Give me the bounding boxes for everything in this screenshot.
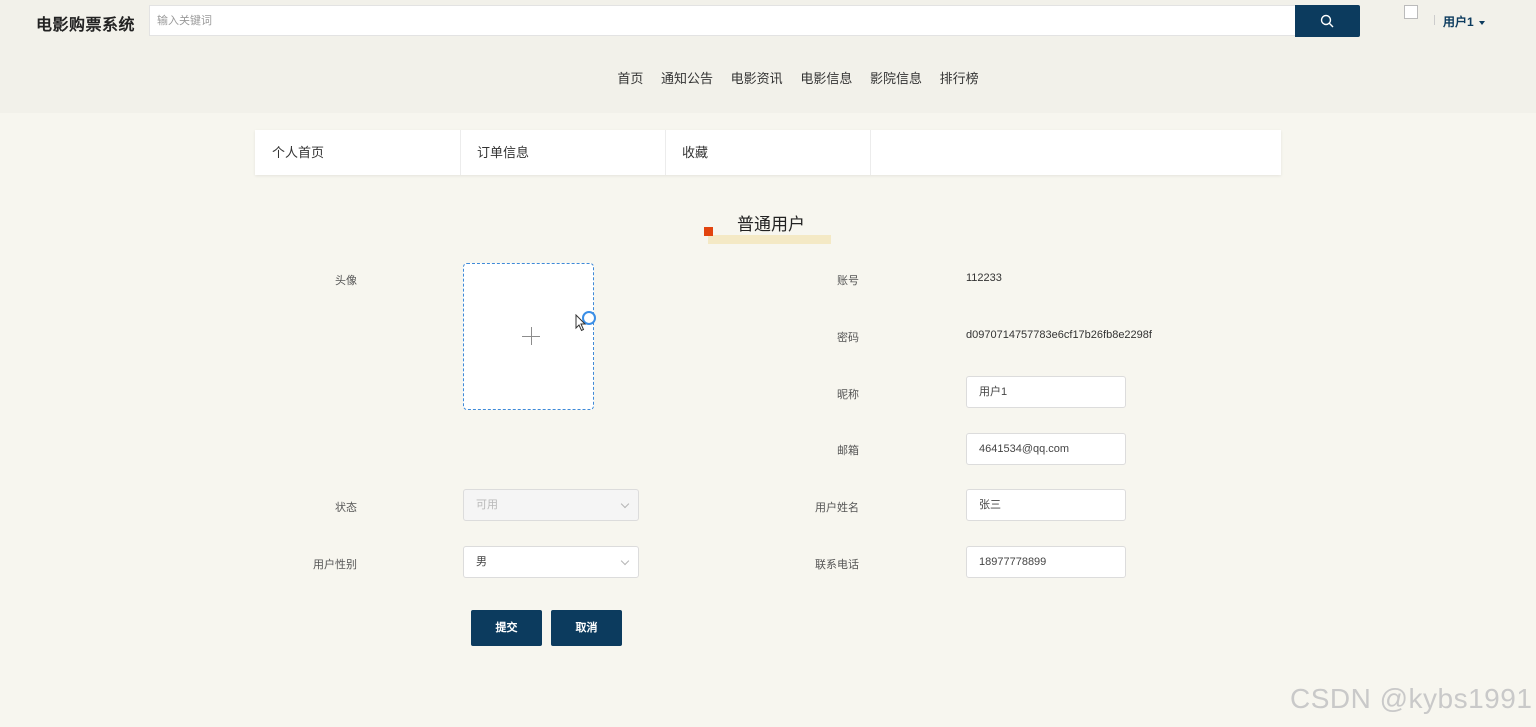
status-value: 可用 — [476, 499, 498, 511]
user-menu-dropdown[interactable]: 用户1 — [1443, 13, 1485, 30]
nav-item-home[interactable]: 首页 — [617, 68, 643, 87]
realname-input[interactable]: 张三 — [966, 489, 1126, 521]
realname-label: 用户姓名 — [815, 502, 859, 514]
account-value: 112233 — [966, 272, 1002, 284]
section-title-underline — [708, 235, 831, 244]
header-divider — [1434, 15, 1435, 25]
user-avatar[interactable] — [1404, 5, 1426, 35]
site-brand[interactable]: 电影购票系统 — [36, 11, 135, 35]
phone-value: 18977778899 — [979, 556, 1047, 568]
phone-label: 联系电话 — [815, 559, 859, 571]
plus-icon-vertical — [531, 327, 532, 345]
gender-label: 用户性别 — [313, 559, 357, 571]
top-header: 电影购票系统 用户1 首页 通知公告 电影资讯 电影信息 影院信息 排行榜 — [0, 0, 1536, 113]
realname-value: 张三 — [979, 499, 1001, 511]
mouse-cursor-icon — [575, 314, 587, 332]
submit-button[interactable]: 提交 — [471, 610, 542, 646]
email-input[interactable]: 4641534@qq.com — [966, 433, 1126, 465]
nickname-value: 用户1 — [979, 386, 1008, 398]
section-title: 普通用户 — [737, 215, 805, 234]
broken-image-icon — [1404, 5, 1418, 19]
chevron-down-icon — [620, 499, 630, 509]
tab-orders[interactable]: 订单信息 — [460, 130, 666, 175]
search-icon — [1320, 14, 1334, 28]
email-value: 4641534@qq.com — [979, 443, 1070, 455]
nav-item-notice[interactable]: 通知公告 — [661, 68, 713, 87]
status-label: 状态 — [335, 502, 357, 514]
profile-tabs: 个人首页 订单信息 收藏 — [255, 130, 1281, 175]
search-button[interactable] — [1295, 5, 1360, 37]
password-value: d0970714757783e6cf17b26fb8e2298f — [966, 329, 1152, 341]
watermark: CSDN @kybs1991 — [1290, 683, 1533, 714]
search-input[interactable] — [150, 6, 1295, 35]
password-label: 密码 — [837, 332, 859, 344]
nav-item-movie-info[interactable]: 电影信息 — [800, 68, 852, 87]
cancel-button[interactable]: 取消 — [551, 610, 622, 646]
phone-input[interactable]: 18977778899 — [966, 546, 1126, 578]
email-label: 邮箱 — [837, 445, 859, 457]
chevron-down-icon — [620, 556, 630, 566]
nav-item-movie-news[interactable]: 电影资讯 — [731, 68, 783, 87]
nav-item-ranking[interactable]: 排行榜 — [940, 68, 979, 87]
user-name: 用户1 — [1443, 15, 1474, 29]
gender-select[interactable]: 男 — [463, 546, 639, 578]
account-label: 账号 — [837, 275, 859, 287]
avatar-upload[interactable] — [463, 263, 594, 410]
section-title-marker — [704, 227, 713, 236]
avatar-label: 头像 — [335, 275, 357, 287]
gender-value: 男 — [476, 556, 487, 568]
tab-favorites[interactable]: 收藏 — [665, 130, 871, 175]
nickname-input[interactable]: 用户1 — [966, 376, 1126, 408]
tab-personal-home[interactable]: 个人首页 — [255, 130, 461, 175]
nickname-label: 昵称 — [837, 389, 859, 401]
status-select: 可用 — [463, 489, 639, 521]
nav-item-cinema-info[interactable]: 影院信息 — [870, 68, 922, 87]
main-nav: 首页 通知公告 电影资讯 电影信息 影院信息 排行榜 — [0, 68, 1536, 87]
search-box — [149, 5, 1296, 36]
caret-down-icon — [1478, 20, 1485, 25]
